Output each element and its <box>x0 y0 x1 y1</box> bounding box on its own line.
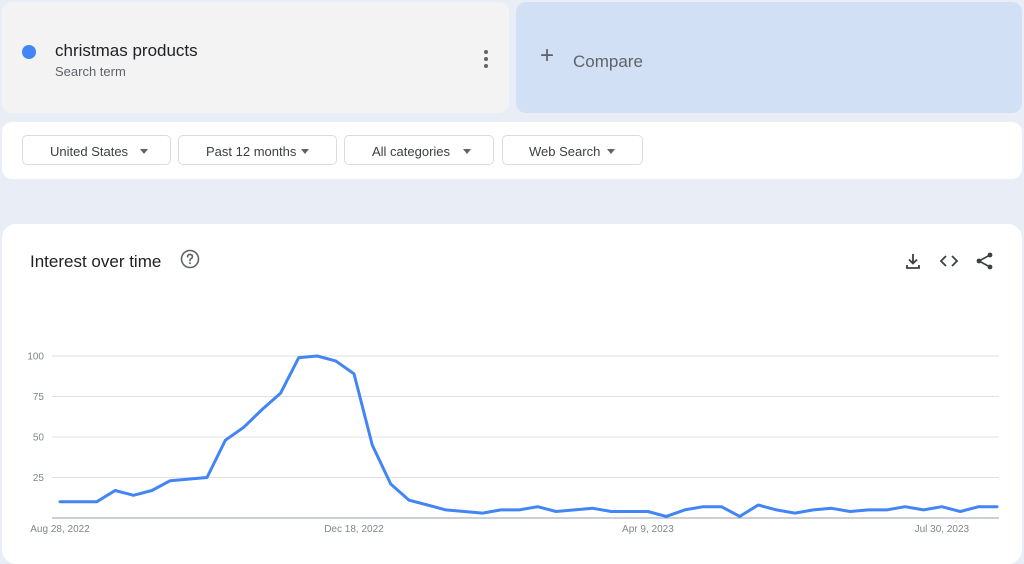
caret-down-icon <box>463 149 471 154</box>
plus-icon: + <box>540 42 555 69</box>
x-tick-label: Apr 9, 2023 <box>622 524 674 535</box>
time-dropdown-label: Past 12 months <box>206 144 297 159</box>
y-tick-label: 75 <box>33 392 45 403</box>
x-axis-ticks: Aug 28, 2022 Dec 18, 2022 Apr 9, 2023 Jul 3… <box>30 524 969 535</box>
filter-bar: United States Past 12 months All categor… <box>2 122 1022 179</box>
x-tick-label: Dec 18, 2022 <box>324 524 384 535</box>
property-dropdown-label: Web Search <box>529 144 601 159</box>
x-tick-label: Aug 28, 2022 <box>30 524 90 535</box>
property-dropdown[interactable]: Web Search <box>502 135 643 165</box>
chart-gridlines <box>52 355 999 519</box>
category-dropdown-label: All categories <box>372 144 451 159</box>
search-term-name[interactable]: christmas products <box>55 41 198 61</box>
y-tick-label: 50 <box>33 433 45 444</box>
more-options-icon[interactable] <box>476 48 496 70</box>
search-term-type: Search term <box>55 64 126 79</box>
search-term-card[interactable]: christmas products Search term <box>2 2 509 113</box>
category-dropdown[interactable]: All categories <box>344 135 494 165</box>
region-dropdown[interactable]: United States <box>22 135 171 165</box>
y-tick-label: 25 <box>33 473 45 484</box>
interest-line-chart: 25 50 75 100 Aug 28, 2022 Dec 18, 2022 Apr 9,… <box>27 352 999 535</box>
time-dropdown[interactable]: Past 12 months <box>178 135 337 165</box>
compare-label: Compare <box>573 52 643 71</box>
region-dropdown-label: United States <box>50 144 129 159</box>
caret-down-icon <box>607 149 615 154</box>
compare-button[interactable]: + Compare <box>516 2 1022 113</box>
x-tick-label: Jul 30, 2023 <box>915 524 970 535</box>
series-line-christmas-products <box>58 354 999 518</box>
y-tick-label: 100 <box>27 352 44 363</box>
caret-down-icon <box>140 149 148 154</box>
series-color-dot <box>22 45 36 59</box>
caret-down-icon <box>301 149 309 154</box>
interest-over-time-card: Interest over time 25 50 75 100 Aug 28, 202… <box>2 224 1022 564</box>
y-axis-ticks: 25 50 75 100 <box>27 352 44 485</box>
